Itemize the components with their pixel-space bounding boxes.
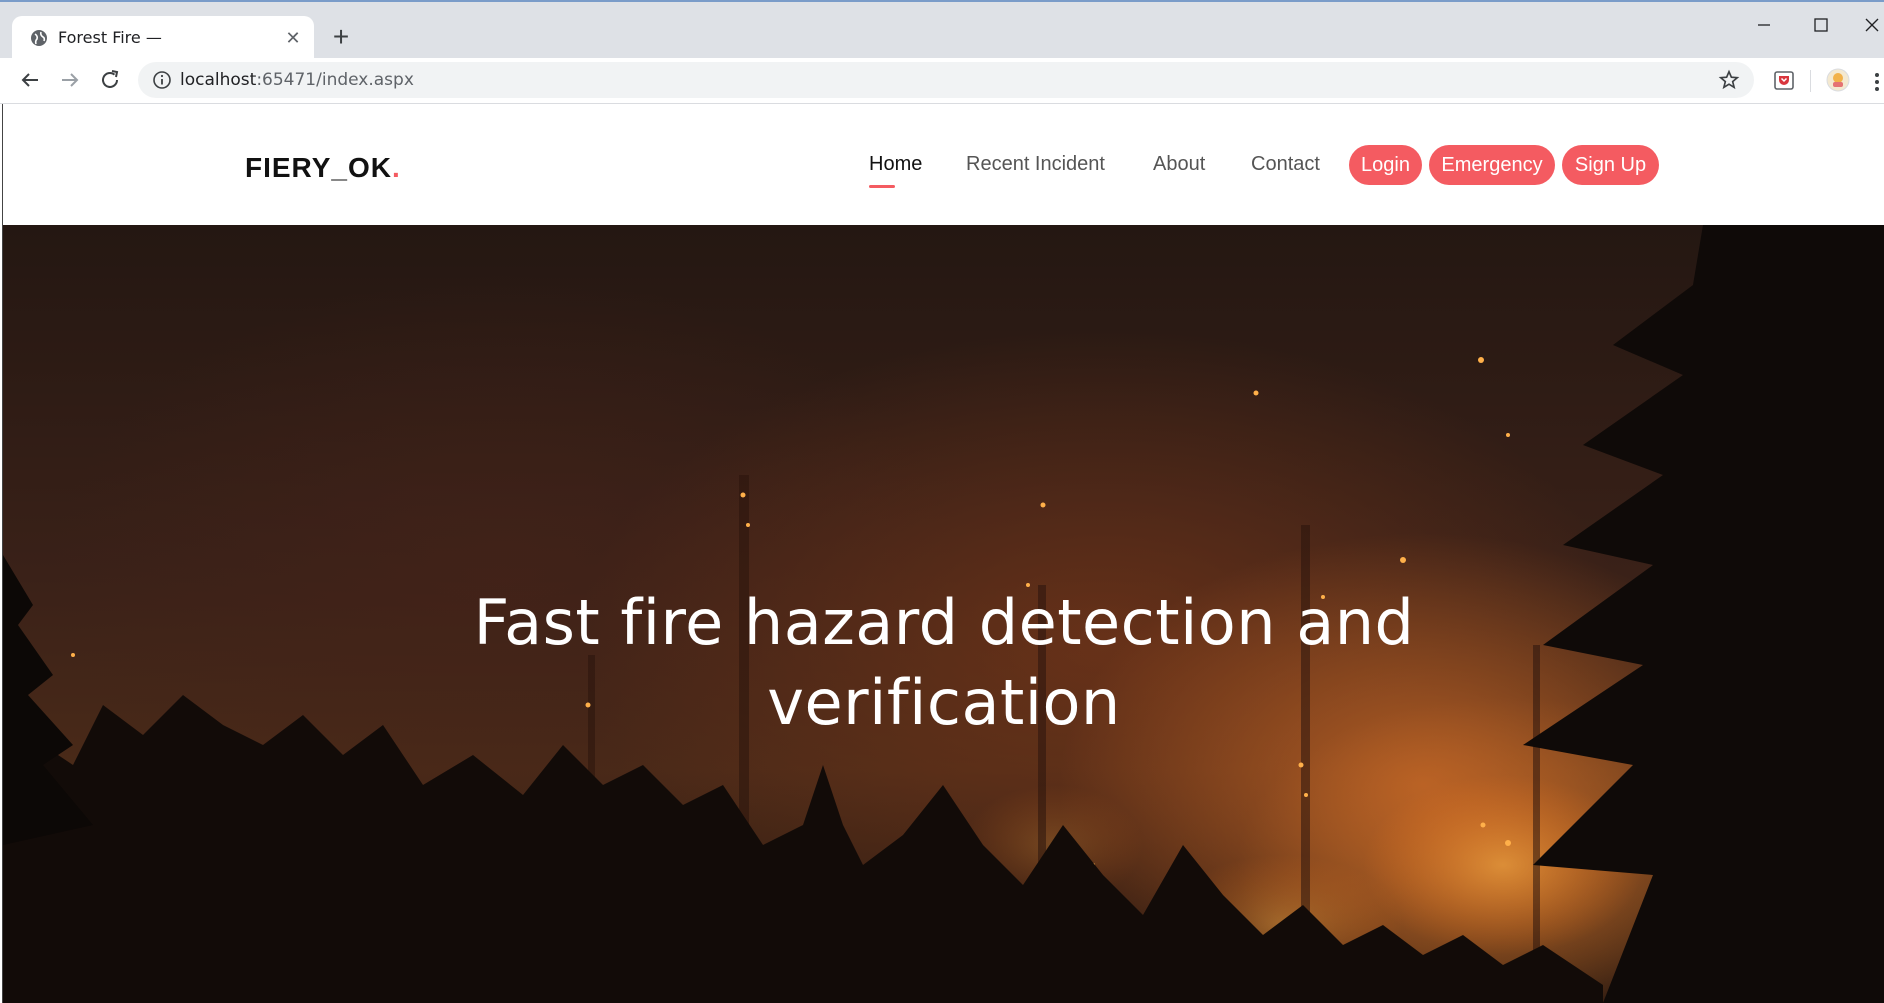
- nav-recent-incident[interactable]: Recent Incident: [966, 153, 1105, 176]
- toolbar-divider: [1810, 70, 1811, 92]
- signup-button[interactable]: Sign Up: [1562, 145, 1659, 185]
- bookmark-star-icon[interactable]: [1718, 69, 1740, 91]
- site-navbar: FIERY_OK. Home Recent Incident About Con…: [2, 104, 1884, 225]
- minimize-icon[interactable]: [1740, 10, 1786, 40]
- emergency-button[interactable]: Emergency: [1429, 145, 1555, 185]
- new-tab-icon[interactable]: +: [326, 23, 356, 54]
- nav-home[interactable]: Home: [869, 153, 923, 188]
- url-text: localhost:65471/index.aspx: [180, 70, 414, 90]
- reload-icon[interactable]: [98, 68, 122, 92]
- browser-tab[interactable]: Forest Fire — ✕: [12, 16, 314, 60]
- hero-title-line-2: verification: [767, 666, 1121, 739]
- back-arrow-icon[interactable]: [18, 68, 42, 92]
- nav-active-indicator: [869, 185, 895, 188]
- browser-tab-strip: Forest Fire — ✕ +: [0, 0, 1884, 60]
- hero-title-line-1: Fast fire hazard detection and: [473, 586, 1415, 659]
- tab-close-icon[interactable]: ✕: [282, 27, 304, 49]
- nav-about[interactable]: About: [1153, 153, 1205, 176]
- pocket-extension-icon[interactable]: [1772, 68, 1796, 92]
- nav-home-label: Home: [869, 153, 923, 175]
- login-button[interactable]: Login: [1349, 145, 1422, 185]
- hero-title: Fast fire hazard detection and verificat…: [3, 583, 1884, 743]
- site-logo[interactable]: FIERY_OK.: [245, 152, 401, 184]
- maximize-icon[interactable]: [1798, 10, 1844, 40]
- info-icon[interactable]: [152, 70, 172, 90]
- browser-menu-icon[interactable]: [1872, 70, 1882, 94]
- forward-arrow-icon[interactable]: [58, 68, 82, 92]
- hero-section: Fast fire hazard detection and verificat…: [2, 225, 1884, 1003]
- browser-toolbar: localhost:65471/index.aspx: [0, 58, 1884, 104]
- nav-contact[interactable]: Contact: [1251, 153, 1320, 176]
- close-window-icon[interactable]: [1852, 10, 1884, 40]
- address-bar[interactable]: localhost:65471/index.aspx: [138, 62, 1754, 98]
- globe-icon: [31, 30, 47, 46]
- tab-title: Forest Fire —: [58, 28, 162, 47]
- profile-avatar-icon[interactable]: [1826, 68, 1850, 92]
